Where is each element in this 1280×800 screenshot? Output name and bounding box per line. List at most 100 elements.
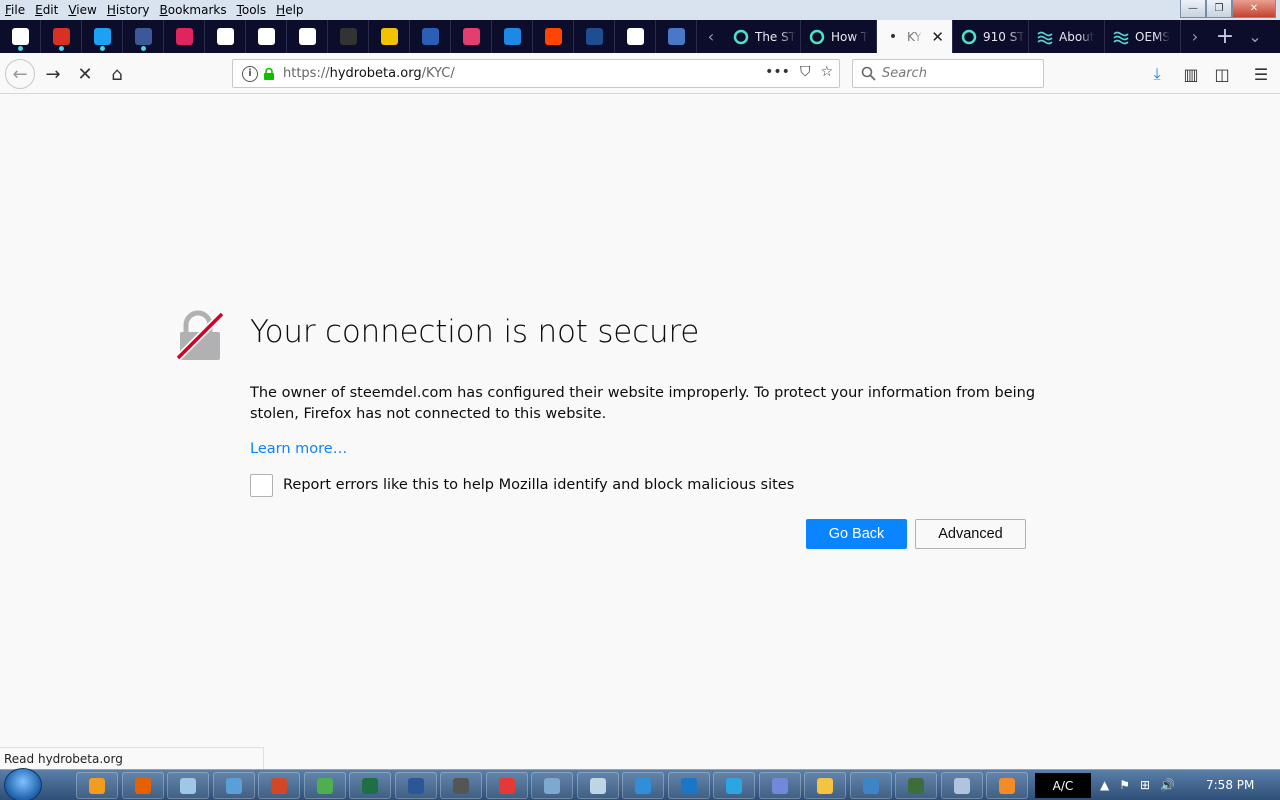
taskbar-app-button[interactable] [622, 772, 664, 799]
star-app-icon [421, 28, 439, 45]
pinned-tab[interactable] [492, 20, 533, 53]
facebook-icon [134, 28, 152, 45]
power-icon[interactable]: ⊞ [1140, 778, 1150, 792]
taskbar-app-button[interactable] [167, 772, 209, 799]
minimize-button[interactable]: — [1180, 0, 1206, 18]
globe-icon [257, 28, 275, 45]
menu-help[interactable]: Help [271, 0, 308, 20]
pinned-tab[interactable] [41, 20, 82, 53]
menu-bookmarks[interactable]: Bookmarks [155, 0, 232, 20]
report-errors-checkbox[interactable] [250, 474, 273, 497]
word-icon [407, 777, 424, 794]
pinned-tab[interactable] [0, 20, 41, 53]
document-icon [298, 28, 316, 45]
folder-icon [817, 777, 833, 794]
taskbar-app-button[interactable] [713, 772, 755, 799]
scroll-tabs-left-icon[interactable]: ‹ [697, 20, 725, 53]
pinned-tab[interactable] [574, 20, 615, 53]
close-tab-icon[interactable]: ✕ [931, 28, 944, 46]
advanced-button[interactable]: Advanced [915, 519, 1026, 549]
restore-button[interactable]: ❐ [1206, 0, 1232, 18]
back-arrow-icon[interactable]: ← [5, 59, 35, 89]
telegram-icon [726, 777, 742, 794]
taskbar-app-button[interactable] [531, 772, 573, 799]
start-button[interactable] [4, 768, 42, 800]
site-info-icon[interactable]: i [242, 65, 258, 82]
library-icon[interactable]: ▥ [1180, 63, 1202, 85]
taskbar-app-button[interactable] [576, 772, 619, 799]
taskbar-app-button[interactable] [667, 772, 710, 799]
waves-icon [1113, 31, 1129, 44]
downloads-icon[interactable]: ⤓ [1146, 63, 1168, 85]
shield-app-icon [667, 28, 685, 45]
tab-the-st[interactable]: The ST [725, 20, 801, 53]
taskbar-app-button[interactable] [758, 772, 801, 799]
settings-app-icon [953, 777, 970, 794]
clock[interactable]: 7:58 PM [1206, 778, 1254, 792]
page-actions-menu-icon[interactable]: ••• [765, 64, 790, 80]
pinned-tab[interactable] [246, 20, 287, 53]
tab-label: How T [831, 29, 869, 44]
learn-more-link[interactable]: Learn more… [250, 441, 347, 457]
pinned-tab[interactable] [451, 20, 492, 53]
pinned-tab[interactable] [533, 20, 574, 53]
taskbar-app-button[interactable] [212, 772, 255, 799]
home-icon[interactable]: ⌂ [102, 59, 132, 89]
pinned-tab[interactable] [410, 20, 451, 53]
taskbar-app-button[interactable] [303, 772, 346, 799]
pinned-tab[interactable] [205, 20, 246, 53]
volume-icon[interactable]: 🔊 [1160, 778, 1175, 792]
pinned-tab[interactable] [369, 20, 410, 53]
pinned-tab[interactable] [328, 20, 369, 53]
pocket-icon[interactable]: ⛉ [800, 64, 811, 80]
menu-view[interactable]: View [63, 0, 101, 20]
forward-arrow-icon[interactable]: → [38, 59, 68, 89]
search-bar[interactable]: Search [852, 59, 1044, 88]
close-window-button[interactable]: ✕ [1232, 0, 1276, 18]
tab-oems[interactable]: OEMS [1105, 20, 1181, 53]
window-controls: — ❐ ✕ [1180, 0, 1276, 18]
taskbar-app-button[interactable] [804, 772, 846, 799]
bookmark-star-icon[interactable]: ☆ [820, 64, 833, 80]
hamburger-menu-icon[interactable]: ☰ [1250, 63, 1272, 85]
scroll-tabs-right-icon[interactable]: › [1181, 20, 1209, 53]
taskbar-app-button[interactable] [349, 772, 391, 799]
taskbar-app-button[interactable] [940, 772, 983, 799]
taskbar-app-button[interactable] [76, 772, 118, 799]
taskbar-app-button[interactable] [394, 772, 437, 799]
open-tabs: The ST How T • KY ✕ 910 ST About OEMS [725, 20, 1181, 53]
list-all-tabs-icon[interactable]: ⌄ [1241, 20, 1269, 53]
menu-edit[interactable]: Edit [30, 0, 63, 20]
tab-about[interactable]: About [1029, 20, 1105, 53]
taskbar-app-button[interactable] [440, 772, 482, 799]
pinned-tab[interactable] [615, 20, 656, 53]
menu-tools[interactable]: Tools [232, 0, 272, 20]
sidebar-icon[interactable]: ◫ [1211, 63, 1233, 85]
pinned-tab[interactable] [164, 20, 205, 53]
taskbar-app-button[interactable] [121, 772, 164, 799]
menu-history[interactable]: History [102, 0, 155, 20]
taskbar-app-button[interactable] [258, 772, 300, 799]
new-tab-button[interactable]: + [1209, 20, 1241, 53]
pinned-tab[interactable] [656, 20, 697, 53]
menu-file[interactable]: File [0, 0, 30, 20]
page-title: Your connection is not secure [250, 314, 700, 350]
counter-icon [175, 28, 193, 45]
pinned-tab[interactable] [82, 20, 123, 53]
taskbar-app-button[interactable] [895, 772, 937, 799]
tab-kyc-active[interactable]: • KY ✕ [877, 20, 953, 53]
tab-910-st[interactable]: 910 ST [953, 20, 1029, 53]
url-bar[interactable]: i https://hydrobeta.org/KYC/ ••• ⛉ ☆ [232, 59, 840, 88]
pinned-tab[interactable] [287, 20, 328, 53]
taskbar-app-button[interactable] [485, 772, 528, 799]
taskbar-app-button[interactable] [986, 772, 1028, 799]
stop-loading-icon[interactable]: ✕ [70, 59, 100, 89]
show-hidden-icons-icon[interactable]: ▲ [1100, 778, 1109, 792]
broken-lock-icon [175, 310, 225, 361]
action-center-flag-icon[interactable]: ⚑ [1119, 778, 1130, 792]
taskbar-app-button[interactable] [849, 772, 892, 799]
tab-how-t[interactable]: How T [801, 20, 877, 53]
go-back-button[interactable]: Go Back [806, 519, 907, 549]
pinned-tab[interactable] [123, 20, 164, 53]
blue-app-icon [503, 28, 521, 45]
